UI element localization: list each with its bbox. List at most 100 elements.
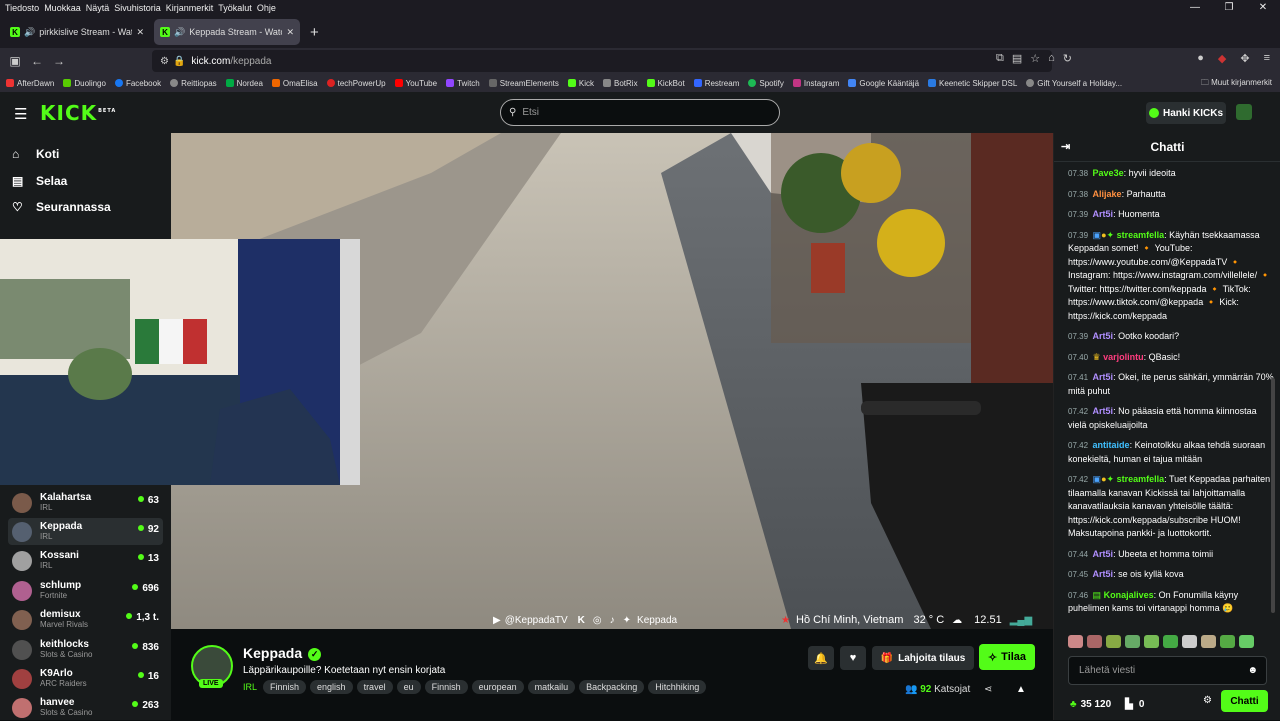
get-kicks-button[interactable]: Hanki KICKs [1146, 102, 1226, 124]
category-link[interactable]: IRL [243, 682, 257, 692]
chat-username[interactable]: antitaide [1093, 440, 1130, 450]
sidebar-channel-kalahartsa[interactable]: Kalahartsa IRL 63 [8, 489, 163, 516]
sidebar-channel-kossani[interactable]: Kossani IRL 13 [8, 547, 163, 574]
minimize-icon[interactable]: — [1178, 0, 1212, 16]
emote-icon[interactable] [1144, 635, 1159, 648]
chat-username[interactable]: Art5i [1093, 209, 1114, 219]
kick-logo[interactable]: KICKBETA [40, 101, 116, 125]
emote-icon[interactable] [1163, 635, 1178, 648]
sidebar-channel-keppada[interactable]: Keppada IRL 92 [8, 518, 163, 545]
other-bookmarks-folder[interactable]: 🗀 Muut kirjanmerkit [1201, 77, 1272, 91]
chat-username[interactable]: Art5i [1093, 331, 1114, 341]
bookmark-item[interactable]: Keenetic Skipper DSL [928, 79, 1017, 88]
picture-in-picture-icon[interactable]: ⧉ [996, 52, 1004, 65]
bookmark-item[interactable]: techPowerUp [326, 79, 386, 88]
chat-username[interactable]: Art5i [1093, 549, 1114, 559]
emote-icon[interactable] [1220, 635, 1235, 648]
close-tab-icon[interactable]: ✕ [136, 27, 144, 38]
emoji-picker-icon[interactable]: ☻ [1247, 665, 1258, 676]
bookmark-item[interactable]: Instagram [792, 79, 839, 88]
close-tab-icon[interactable]: ✕ [286, 27, 294, 38]
follow-button[interactable]: ♥ [840, 646, 866, 670]
lock-icon[interactable]: 🔒 [173, 56, 185, 67]
report-icon[interactable]: ▲ [1016, 684, 1026, 695]
search-input[interactable]: ⚲ Etsi [500, 99, 780, 126]
back-icon[interactable]: ← [26, 54, 48, 68]
emote-icon[interactable] [1087, 635, 1102, 648]
speaker-icon[interactable]: 🔊 [24, 27, 35, 38]
site-info-icon[interactable]: ⚙ [160, 56, 169, 67]
restore-icon[interactable]: ❐ [1212, 0, 1246, 16]
bookmark-item[interactable]: Gift Yourself a Holiday... [1026, 79, 1122, 88]
bookmark-item[interactable]: AfterDawn [6, 79, 54, 88]
menu-help[interactable]: Ohje [257, 3, 276, 13]
chat-settings-icon[interactable]: ⚙ [1203, 695, 1212, 706]
emote-icon[interactable] [1106, 635, 1121, 648]
sidebar-toggle-icon[interactable]: ▣ [4, 54, 26, 68]
user-avatar[interactable] [1236, 104, 1252, 120]
notification-bell-button[interactable]: 🔔 [808, 646, 834, 670]
hamburger-menu-icon[interactable]: ☰ [14, 105, 27, 123]
emote-icon[interactable] [1201, 635, 1216, 648]
reload-icon[interactable]: ↻ [1063, 52, 1072, 65]
bookmark-item[interactable]: Spotify [748, 79, 784, 88]
speaker-icon[interactable]: 🔊 [174, 27, 185, 38]
sidebar-channel-hanvee[interactable]: hanvee Slots & Casino 263 [8, 694, 163, 721]
chat-username[interactable]: varjolintu [1103, 352, 1144, 362]
chat-send-button[interactable]: Chatti [1221, 690, 1268, 712]
bookmark-item[interactable]: Kick [567, 79, 594, 88]
home-icon[interactable]: ⌂ [1048, 52, 1055, 65]
menu-edit[interactable]: Muokkaa [44, 3, 81, 13]
bookmark-item[interactable]: KickBot [646, 79, 685, 88]
nav-following[interactable]: ♡ Seurannassa [12, 200, 111, 214]
collapse-chat-icon[interactable]: ⇥ [1061, 140, 1070, 153]
emote-icon[interactable] [1239, 635, 1254, 648]
menu-view[interactable]: Näytä [86, 3, 110, 13]
tag[interactable]: Finnish [263, 680, 307, 694]
channel-points[interactable]: 35 120 [1081, 699, 1112, 710]
bookmark-item[interactable]: BotRix [603, 79, 638, 88]
bookmark-item[interactable]: Facebook [114, 79, 161, 88]
tab-pirkkislive[interactable]: K 🔊 pirkkislive Stream - Watch L ✕ [4, 19, 150, 45]
sidebar-channel-keithlocks[interactable]: keithlocks Slots & Casino 836 [8, 636, 163, 663]
app-menu-icon[interactable]: ≡ [1264, 52, 1270, 65]
close-window-icon[interactable]: ✕ [1246, 0, 1280, 16]
channel-points-secondary[interactable]: 0 [1139, 699, 1145, 710]
tag[interactable]: european [471, 680, 524, 694]
subscribe-button[interactable]: ✧ Tilaa [979, 644, 1035, 670]
extension-icon[interactable]: ● [1197, 52, 1204, 65]
menu-tools[interactable]: Työkalut [218, 3, 252, 13]
url-bar[interactable]: ⚙ 🔒 kick.com/keppada [152, 50, 1052, 72]
reader-view-icon[interactable]: ▤ [1012, 52, 1022, 65]
tag[interactable]: matkailu [527, 680, 576, 694]
nav-home[interactable]: ⌂ Koti [12, 147, 59, 161]
chat-username[interactable]: Art5i [1093, 372, 1114, 382]
chat-scrollbar[interactable] [1271, 378, 1275, 613]
bookmark-item[interactable]: Restream [693, 79, 739, 88]
bookmark-item[interactable]: Duolingo [63, 79, 106, 88]
tag[interactable]: english [310, 680, 353, 694]
forward-icon[interactable]: → [48, 54, 70, 68]
bookmark-item[interactable]: YouTube [394, 79, 437, 88]
chat-username[interactable]: Art5i [1093, 569, 1114, 579]
emote-icon[interactable] [1125, 635, 1140, 648]
bookmark-item[interactable]: Reittiopas [170, 79, 217, 88]
tag[interactable]: eu [396, 680, 421, 694]
menu-file[interactable]: Tiedosto [5, 3, 39, 13]
tag[interactable]: Backpacking [579, 680, 645, 694]
menu-bookmarks[interactable]: Kirjanmerkit [166, 3, 214, 13]
chat-username[interactable]: Konajalives [1104, 590, 1154, 600]
tag[interactable]: travel [356, 680, 393, 694]
bookmark-item[interactable]: Google Kääntäjä [848, 79, 919, 88]
extension-badge-icon[interactable]: ◆ [1218, 52, 1226, 65]
tab-keppada[interactable]: K 🔊 Keppada Stream - Watch L ✕ [154, 19, 300, 45]
nav-browse[interactable]: ▤ Selaa [12, 174, 67, 188]
bookmark-item[interactable]: Nordea [225, 79, 263, 88]
chat-username[interactable]: Pave3e [1093, 168, 1124, 178]
tag[interactable]: Hitchhiking [648, 680, 707, 694]
chat-username[interactable]: Art5i [1093, 406, 1114, 416]
chat-message-input[interactable]: Lähetä viesti ☻ [1068, 656, 1267, 685]
menu-history[interactable]: Sivuhistoria [114, 3, 161, 13]
share-icon[interactable]: ⋖ [984, 684, 992, 695]
emote-icon[interactable] [1068, 635, 1083, 648]
